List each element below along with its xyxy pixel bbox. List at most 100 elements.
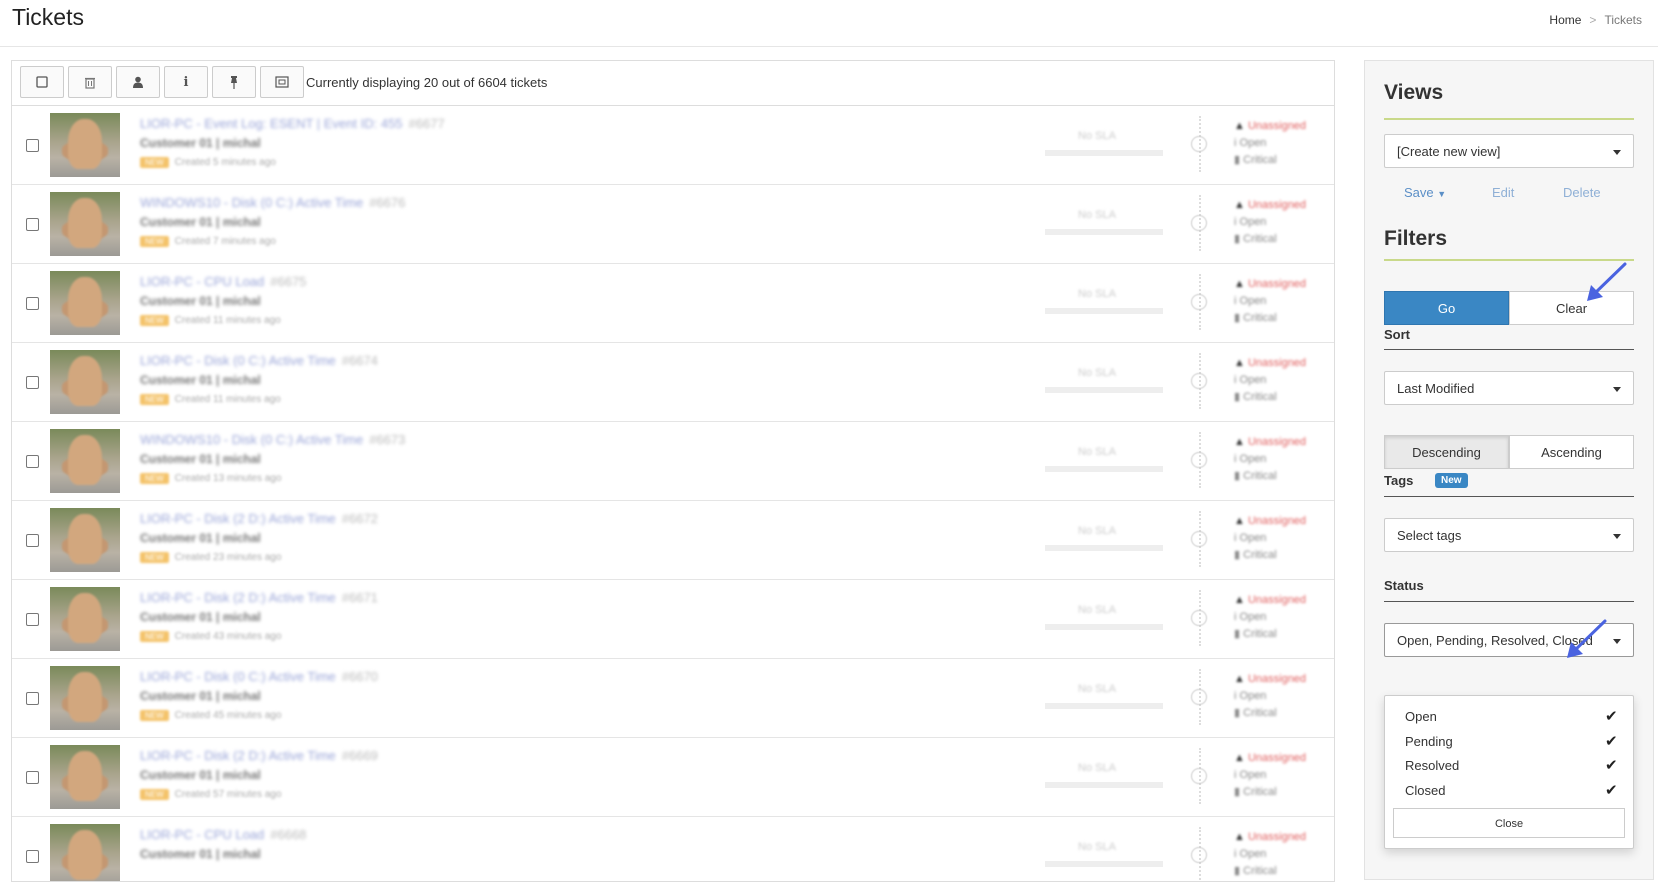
status-label: Status — [1384, 578, 1424, 593]
row-checkbox[interactable] — [26, 455, 39, 468]
ticket-status[interactable]: i Open — [1234, 846, 1306, 863]
tags-label: Tags — [1384, 473, 1414, 488]
ticket-status[interactable]: i Open — [1234, 135, 1306, 152]
clock-icon — [1191, 689, 1207, 705]
ticket-status[interactable]: i Open — [1234, 372, 1306, 389]
tags-select[interactable]: Select tags — [1384, 518, 1634, 552]
ticket-sla: No SLA — [1078, 683, 1116, 695]
sort-descending-button[interactable]: Descending — [1384, 435, 1509, 469]
ticket-priority[interactable]: ▮ Critical — [1234, 784, 1306, 801]
row-checkbox[interactable] — [26, 297, 39, 310]
ticket-assignee[interactable]: ▲ Unassigned — [1234, 592, 1306, 609]
ticket-row[interactable]: WINDOWS10 - Disk (0 C:) Active Time #6676… — [12, 185, 1334, 264]
ticket-subject-link[interactable]: LIOR-PC - CPU Load #6668 — [140, 827, 306, 842]
status-option-resolved[interactable]: Resolved — [1405, 758, 1459, 773]
ticket-subject-link[interactable]: LIOR-PC - Disk (2 D:) Active Time #6671 — [140, 590, 378, 605]
ticket-assignee[interactable]: ▲ Unassigned — [1234, 513, 1306, 530]
edit-view-button[interactable]: Edit — [1492, 185, 1514, 200]
ticket-assignee[interactable]: ▲ Unassigned — [1234, 434, 1306, 451]
select-all-button[interactable] — [20, 66, 64, 98]
ticket-sla: No SLA — [1078, 446, 1116, 458]
sort-ascending-button[interactable]: Ascending — [1509, 435, 1634, 469]
delete-button[interactable] — [68, 66, 112, 98]
info-button[interactable]: i — [164, 66, 208, 98]
status-option-open[interactable]: Open — [1405, 709, 1437, 724]
priority-value: Critical — [1243, 312, 1277, 324]
ticket-assignee[interactable]: ▲ Unassigned — [1234, 355, 1306, 372]
ticket-row[interactable]: LIOR-PC - Disk (2 D:) Active Time #6671 Cu… — [12, 580, 1334, 659]
save-view-button[interactable]: Save ▼ — [1404, 185, 1446, 200]
clock-icon — [1191, 215, 1207, 231]
go-button[interactable]: Go — [1384, 291, 1509, 325]
ticket-status[interactable]: i Open — [1234, 293, 1306, 310]
ticket-row[interactable]: LIOR-PC - Disk (2 D:) Active Time #6672 Cu… — [12, 501, 1334, 580]
ticket-subject-link[interactable]: LIOR-PC - Disk (0 C:) Active Time #6670 — [140, 669, 378, 684]
ticket-avatar — [50, 113, 120, 177]
ticket-assignee[interactable]: ▲ Unassigned — [1234, 671, 1306, 688]
ticket-priority[interactable]: ▮ Critical — [1234, 468, 1306, 485]
ticket-subject-link[interactable]: LIOR-PC - Disk (0 C:) Active Time #6674 — [140, 353, 378, 368]
breadcrumb-current: Tickets — [1604, 13, 1642, 27]
status-option-pending[interactable]: Pending — [1405, 734, 1453, 749]
row-checkbox[interactable] — [26, 613, 39, 626]
new-badge: New — [1435, 473, 1468, 488]
ticket-subject-link[interactable]: LIOR-PC - Event Log: ESENT | Event ID: 4… — [140, 116, 445, 131]
check-icon: ✔ — [1605, 757, 1618, 774]
row-checkbox[interactable] — [26, 376, 39, 389]
sort-select[interactable]: Last Modified — [1384, 371, 1634, 405]
ticket-meta: NEW Created 57 minutes ago — [140, 789, 281, 800]
ticket-subject-link[interactable]: WINDOWS10 - Disk (0 C:) Active Time #6673 — [140, 432, 405, 447]
row-checkbox[interactable] — [26, 692, 39, 705]
ticket-priority[interactable]: ▮ Critical — [1234, 705, 1306, 722]
ticket-priority[interactable]: ▮ Critical — [1234, 547, 1306, 564]
ticket-status[interactable]: i Open — [1234, 451, 1306, 468]
ticket-assignee[interactable]: ▲ Unassigned — [1234, 276, 1306, 293]
ticket-subject-link[interactable]: LIOR-PC - CPU Load #6675 — [140, 274, 306, 289]
ticket-priority[interactable]: ▮ Critical — [1234, 626, 1306, 643]
ticket-row[interactable]: LIOR-PC - CPU Load #6675 Customer 01 | mic… — [12, 264, 1334, 343]
row-checkbox[interactable] — [26, 771, 39, 784]
expand-button[interactable] — [260, 66, 304, 98]
ticket-subject-link[interactable]: LIOR-PC - Disk (2 D:) Active Time #6672 — [140, 511, 378, 526]
ticket-row[interactable]: LIOR-PC - Disk (2 D:) Active Time #6669 Cu… — [12, 738, 1334, 817]
status-option-closed[interactable]: Closed — [1405, 783, 1445, 798]
row-checkbox[interactable] — [26, 850, 39, 863]
ticket-status[interactable]: i Open — [1234, 767, 1306, 784]
ticket-created: Created 5 minutes ago — [174, 157, 276, 168]
ticket-status[interactable]: i Open — [1234, 609, 1306, 626]
ticket-priority[interactable]: ▮ Critical — [1234, 152, 1306, 169]
row-checkbox[interactable] — [26, 534, 39, 547]
ticket-assignee[interactable]: ▲ Unassigned — [1234, 197, 1306, 214]
ticket-assignee[interactable]: ▲ Unassigned — [1234, 750, 1306, 767]
close-dropdown-button[interactable]: Close — [1393, 808, 1625, 838]
ticket-row[interactable]: LIOR-PC - Disk (0 C:) Active Time #6670 Cu… — [12, 659, 1334, 738]
status-value: Open — [1239, 216, 1267, 228]
ticket-priority[interactable]: ▮ Critical — [1234, 231, 1306, 248]
row-checkbox[interactable] — [26, 218, 39, 231]
ticket-status[interactable]: i Open — [1234, 688, 1306, 705]
ticket-meta: NEW Created 5 minutes ago — [140, 157, 276, 168]
ticket-row[interactable]: LIOR-PC - CPU Load #6668 Customer 01 | mic… — [12, 817, 1334, 881]
ticket-row[interactable]: LIOR-PC - Disk (0 C:) Active Time #6674 Cu… — [12, 343, 1334, 422]
ticket-row[interactable]: WINDOWS10 - Disk (0 C:) Active Time #6673… — [12, 422, 1334, 501]
ticket-priority[interactable]: ▮ Critical — [1234, 389, 1306, 406]
assign-button[interactable] — [116, 66, 160, 98]
ticket-assignee[interactable]: ▲ Unassigned — [1234, 118, 1306, 135]
ticket-meta: NEW Created 11 minutes ago — [140, 394, 281, 405]
row-checkbox[interactable] — [26, 139, 39, 152]
breadcrumb-home[interactable]: Home — [1549, 13, 1581, 27]
priority-value: Critical — [1243, 707, 1277, 719]
ticket-assignee[interactable]: ▲ Unassigned — [1234, 829, 1306, 846]
ticket-status[interactable]: i Open — [1234, 530, 1306, 547]
ticket-row[interactable]: LIOR-PC - Event Log: ESENT | Event ID: 4… — [12, 106, 1334, 185]
ticket-subject-link[interactable]: WINDOWS10 - Disk (0 C:) Active Time #6676 — [140, 195, 405, 210]
status-divider — [1384, 601, 1634, 602]
pin-button[interactable] — [212, 66, 256, 98]
view-select[interactable]: [Create new view] — [1384, 134, 1634, 168]
ticket-number: #6670 — [341, 669, 378, 684]
ticket-status[interactable]: i Open — [1234, 214, 1306, 231]
ticket-priority[interactable]: ▮ Critical — [1234, 310, 1306, 327]
delete-view-button[interactable]: Delete — [1563, 185, 1601, 200]
ticket-priority[interactable]: ▮ Critical — [1234, 863, 1306, 880]
ticket-subject-link[interactable]: LIOR-PC - Disk (2 D:) Active Time #6669 — [140, 748, 378, 763]
